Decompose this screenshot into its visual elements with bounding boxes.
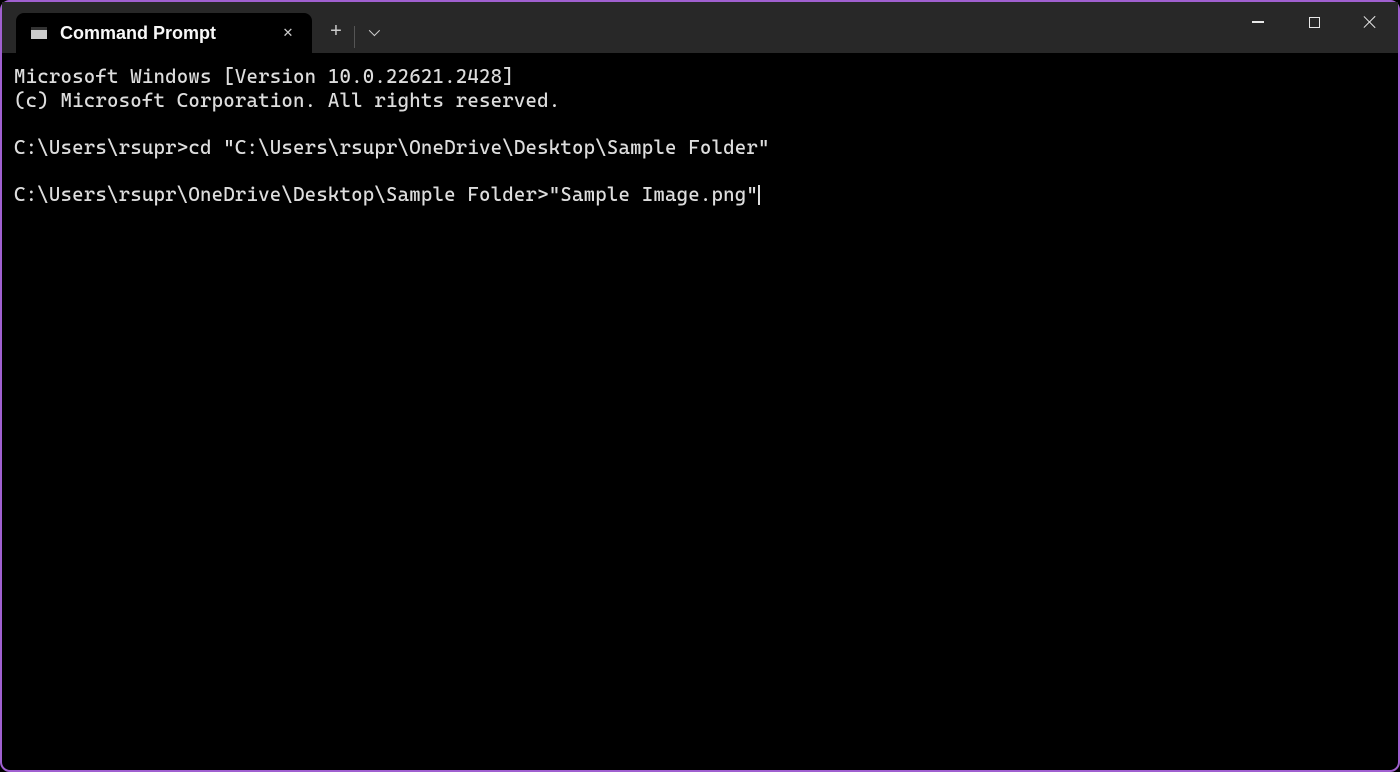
minimize-icon — [1252, 21, 1264, 22]
copyright-line: (c) Microsoft Corporation. All rights re… — [14, 89, 560, 112]
prompt-path: C:\Users\rsupr\OneDrive\Desktop\Sample F… — [14, 183, 549, 206]
maximize-icon — [1309, 17, 1320, 28]
maximize-button[interactable] — [1286, 2, 1342, 42]
close-window-button[interactable] — [1342, 2, 1398, 42]
new-tab-button[interactable]: + — [318, 12, 354, 52]
tab-dropdown-button[interactable] — [355, 12, 391, 52]
tab-actions: + — [318, 2, 391, 53]
tab-title: Command Prompt — [60, 23, 278, 44]
close-icon — [1363, 15, 1377, 29]
prompt-path: C:\Users\rsupr> — [14, 136, 188, 159]
cmd-icon — [30, 26, 48, 40]
close-tab-button[interactable]: ✕ — [278, 23, 298, 43]
prompt-command: cd "C:\Users\rsupr\OneDrive\Desktop\Samp… — [188, 136, 769, 159]
chevron-down-icon — [369, 24, 380, 35]
text-cursor — [758, 185, 760, 205]
minimize-button[interactable] — [1230, 2, 1286, 42]
terminal-output[interactable]: Microsoft Windows [Version 10.0.22621.24… — [2, 53, 1398, 206]
version-line: Microsoft Windows [Version 10.0.22621.24… — [14, 65, 514, 88]
titlebar: Command Prompt ✕ + — [2, 2, 1398, 53]
window-controls — [1230, 2, 1398, 42]
prompt-command: "Sample Image.png" — [549, 183, 758, 206]
tab-command-prompt[interactable]: Command Prompt ✕ — [16, 13, 312, 53]
